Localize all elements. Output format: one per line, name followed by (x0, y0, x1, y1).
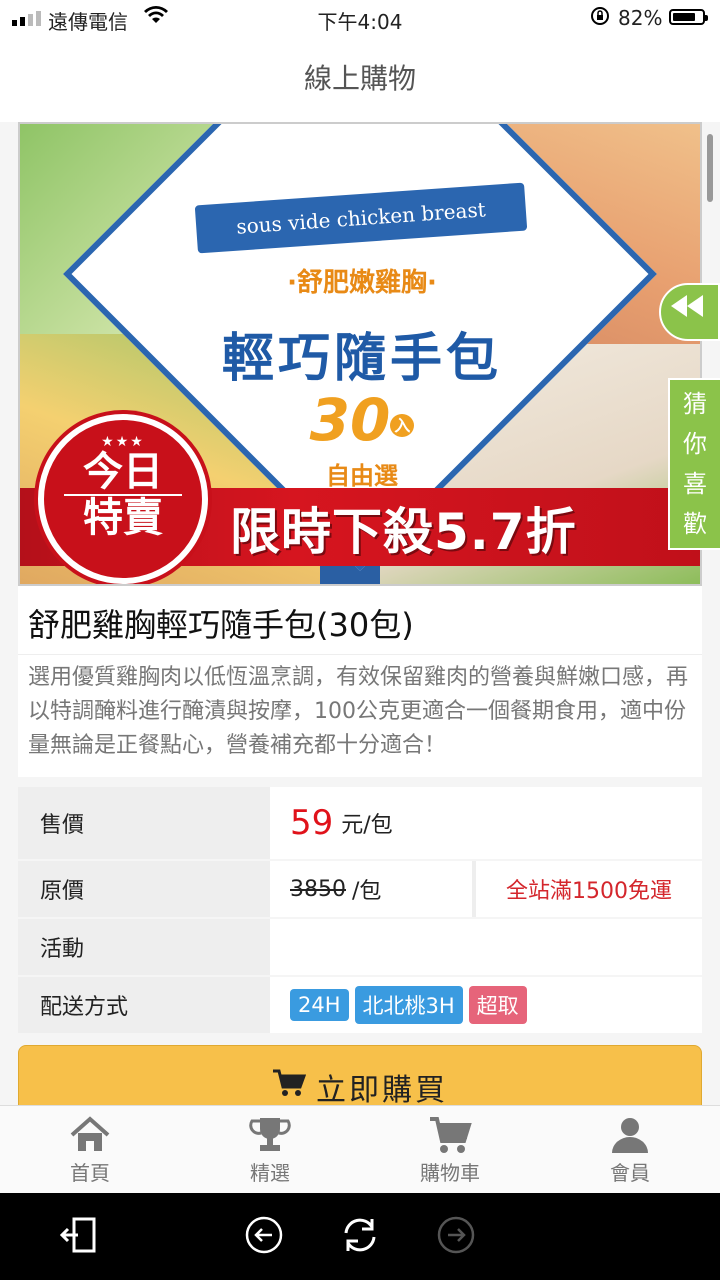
original-price-label: 原價 (18, 861, 270, 917)
tab-featured[interactable]: 精選 (180, 1106, 360, 1194)
battery-icon (669, 9, 708, 25)
guess-you-like-tab[interactable]: 猜 你 喜 歡 (668, 378, 720, 550)
delivery-tag-pickup: 超取 (468, 986, 527, 1024)
banner-subtitle: ·舒肥嫩雞胸· (287, 268, 437, 298)
buy-now-button[interactable]: 立即購買 (18, 1045, 702, 1105)
delivery-tag-3h: 北北桃3H (354, 986, 463, 1024)
delivery-tags: 24H 北北桃3H 超取 (270, 977, 702, 1033)
badge-line2: 特賣 (64, 494, 182, 540)
product-title: 舒肥雞胸輕巧隨手包(30包) (18, 586, 702, 655)
page-title: 線上購物 (0, 36, 720, 122)
banner-sale-text: 限時下殺5.7折 (230, 503, 577, 561)
product-info-table: 售價 59 元/包 原價 3850 /包 全站滿1500免運 活動 配送方式 2… (18, 787, 702, 1035)
tab-member-label: 會員 (610, 1160, 650, 1185)
tab-home-label: 首頁 (70, 1160, 110, 1185)
rewind-icon[interactable] (659, 283, 720, 341)
guess-char-3: 喜 (683, 470, 707, 498)
home-icon (70, 1115, 110, 1151)
product-page: sous vide chicken breast ·舒肥嫩雞胸· 輕巧隨手包 3… (18, 122, 702, 1105)
status-bar: 遠傳電信 下午4:04 82% (0, 0, 720, 36)
rotation-lock-icon (590, 6, 610, 31)
tab-cart-label: 購物車 (420, 1160, 480, 1185)
tab-home[interactable]: 首頁 (0, 1106, 180, 1194)
badge-stars: ★★★ (101, 434, 145, 450)
today-special-badge: ★★★ 今日 特賣 (38, 414, 208, 584)
refresh-icon[interactable] (338, 1213, 382, 1257)
user-icon (612, 1117, 648, 1153)
tab-featured-label: 精選 (250, 1160, 290, 1185)
sale-price: 59 (290, 803, 334, 843)
activity-row: 活動 (18, 919, 702, 977)
back-icon[interactable] (242, 1213, 286, 1257)
forward-icon[interactable] (434, 1213, 478, 1257)
original-price: 3850 (290, 876, 346, 902)
product-banner[interactable]: sous vide chicken breast ·舒肥嫩雞胸· 輕巧隨手包 3… (18, 122, 702, 586)
cart-icon (430, 1116, 472, 1153)
clock: 下午4:04 (317, 10, 403, 34)
banner-headline: 輕巧隨手包 (221, 329, 502, 389)
price-unit: 元/包 (341, 813, 393, 838)
free-shipping-promo: 全站滿1500免運 (476, 861, 702, 917)
tab-cart[interactable]: 購物車 (360, 1106, 540, 1194)
guess-char-1: 猜 (683, 390, 707, 418)
price-row: 售價 59 元/包 (18, 787, 702, 861)
delivery-label: 配送方式 (18, 977, 270, 1033)
cart-icon (272, 1068, 307, 1105)
activity-label: 活動 (18, 919, 270, 975)
buy-now-label: 立即購買 (316, 1073, 448, 1105)
bottom-tab-bar: 首頁 精選 購物車 會員 (0, 1105, 720, 1194)
banner-count-number: 30 (309, 386, 391, 454)
badge-line1: 今日 (83, 449, 163, 495)
tab-member[interactable]: 會員 (540, 1106, 720, 1194)
exit-icon[interactable] (58, 1213, 102, 1257)
delivery-tag-24h: 24H (290, 989, 349, 1021)
banner-count-unit: 入 (390, 413, 415, 437)
trophy-icon (249, 1117, 291, 1151)
guess-char-2: 你 (683, 430, 707, 458)
price-value-cell: 59 元/包 (270, 787, 702, 859)
activity-value (270, 919, 702, 975)
original-price-row: 原價 3850 /包 全站滿1500免運 (18, 861, 702, 919)
original-price-unit: /包 (352, 879, 382, 904)
original-price-cell: 3850 /包 (270, 861, 472, 917)
battery-percent: 82% (618, 6, 663, 30)
guess-char-4: 歡 (683, 510, 707, 538)
delivery-row: 配送方式 24H 北北桃3H 超取 (18, 977, 702, 1035)
product-description: 選用優質雞胸肉以低恆溫烹調，有效保留雞肉的營養與鮮嫩口感，再以特調醃料進行醃漬與… (18, 655, 702, 777)
browser-nav-bar (0, 1193, 720, 1280)
scrollbar[interactable] (707, 134, 713, 202)
price-label: 售價 (18, 787, 270, 859)
